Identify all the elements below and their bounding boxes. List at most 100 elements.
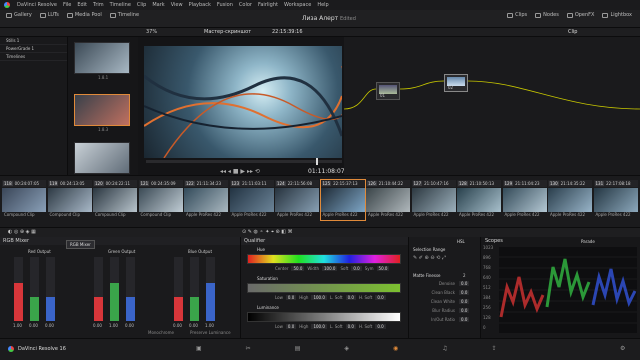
gallery-button[interactable]: Gallery: [2, 10, 36, 20]
menu-item[interactable]: Timeline: [110, 2, 131, 8]
mixer-value[interactable]: 1.00: [205, 323, 214, 328]
viewer-image[interactable]: [144, 46, 342, 158]
menu-item[interactable]: Mark: [152, 2, 164, 8]
matte-finesse-value[interactable]: 0.0: [459, 281, 470, 286]
nodes-button[interactable]: Nodes: [531, 10, 563, 20]
timeline-clip[interactable]: 119 00:24:13:05 Compound Clip: [47, 180, 92, 220]
mixer-value[interactable]: 0.00: [93, 323, 102, 328]
timeline-clip[interactable]: 130 21:14:35:22 Apple ProRes 422: [548, 180, 592, 220]
preserve-luminance-checkbox[interactable]: Preserve Luminance: [190, 330, 231, 335]
menu-item[interactable]: Color: [239, 2, 252, 8]
menu-item[interactable]: Workspace: [284, 2, 311, 8]
timeline-clip[interactable]: 118 00:24:07:05 Compound Clip: [2, 180, 46, 220]
timeline-clip[interactable]: 129 21:11:04:23 Apple ProRes 422: [502, 180, 547, 220]
mixer-value[interactable]: 1.00: [13, 323, 22, 328]
node-01[interactable]: 01: [376, 82, 400, 100]
mixer-value[interactable]: 0.00: [29, 323, 38, 328]
timeline-clip[interactable]: 126 21:10:44:22 Apple ProRes 422: [366, 180, 410, 220]
media-pool-button[interactable]: Media Pool: [63, 10, 106, 20]
timeline-clip[interactable]: 122 21:11:34:23 Apple ProRes 422: [184, 180, 228, 220]
menu-item[interactable]: DaVinci Resolve: [17, 2, 57, 8]
monochrome-checkbox[interactable]: Monochrome: [148, 330, 174, 335]
qualifier-field-value[interactable]: 0.0: [345, 324, 356, 329]
node-mode[interactable]: Clip: [568, 29, 577, 35]
clip-timecode: 21:11:34:23: [196, 181, 222, 186]
timeline-name[interactable]: Мастер-скриншот: [204, 29, 251, 35]
album-item[interactable]: PowerGrade 1: [0, 45, 67, 53]
album-item[interactable]: Timelines: [0, 53, 67, 61]
node-02[interactable]: 02: [444, 74, 468, 92]
scopes-mode[interactable]: Parade: [581, 239, 595, 244]
fairlight-page-icon[interactable]: ♫: [442, 345, 447, 352]
gallery-still-2[interactable]: [74, 94, 130, 126]
mixer-value[interactable]: 1.00: [109, 323, 118, 328]
zoom-level[interactable]: 37%: [146, 29, 157, 35]
timeline-clip[interactable]: 128 21:10:50:13 Apple ProRes 422: [457, 180, 501, 220]
album-item[interactable]: Stills 1: [0, 37, 67, 45]
qualifier-field-value[interactable]: 100.0: [311, 324, 327, 329]
gallery-still-3[interactable]: [74, 142, 130, 174]
clip-codec: Apple ProRes 422: [368, 212, 404, 217]
mixer-value[interactable]: 0.00: [173, 323, 182, 328]
menu-item[interactable]: Fusion: [217, 2, 233, 8]
timeline-clip[interactable]: 120 00:24:22:11 Compound Clip: [93, 180, 137, 220]
qualifier-field-value[interactable]: 0.0: [375, 324, 386, 329]
menu-item[interactable]: Playback: [189, 2, 211, 8]
matte-finesse-value[interactable]: 0.0: [459, 317, 470, 322]
timeline-clip[interactable]: 123 21:11:03:11 Apple ProRes 422: [229, 180, 274, 220]
pre-filter-value[interactable]: 2: [463, 273, 466, 278]
timeline-button[interactable]: Timeline: [106, 10, 143, 20]
qualifier-field-value[interactable]: 100.0: [322, 266, 338, 271]
clips-button[interactable]: Clips: [503, 10, 531, 20]
timeline-clip[interactable]: 131 22:17:08:18 Apple ProRes 422: [593, 180, 638, 220]
playhead[interactable]: [316, 158, 318, 165]
matte-finesse-value[interactable]: 0.0: [459, 290, 470, 295]
cut-page-icon[interactable]: ✂: [246, 345, 251, 352]
qualifier-field-value[interactable]: 0.0: [285, 295, 297, 300]
qualifier-field-value[interactable]: 0.0: [285, 324, 297, 329]
menu-item[interactable]: Edit: [77, 2, 87, 8]
deliver-page-icon[interactable]: ⇪: [492, 345, 497, 352]
lightbox-button[interactable]: Lightbox: [598, 10, 636, 20]
edit-page-icon[interactable]: ▤: [295, 345, 301, 352]
menu-item[interactable]: View: [171, 2, 183, 8]
qualifier-gradient[interactable]: [247, 254, 401, 264]
qualifier-field-value[interactable]: 100.0: [311, 295, 327, 300]
qualifier-field-value[interactable]: 0.0: [345, 295, 356, 300]
mixer-value[interactable]: 0.00: [125, 323, 134, 328]
qualifier-field-value[interactable]: 50.0: [376, 266, 390, 271]
fusion-page-icon[interactable]: ◈: [344, 345, 349, 352]
page-navigation[interactable]: ▣ ✂ ▤ ◈ ◉ ♫ ⇪: [196, 345, 497, 352]
menu-item[interactable]: File: [63, 2, 71, 8]
timeline-clip[interactable]: 127 21:10:47:16 Apple ProRes 422: [411, 180, 456, 220]
settings-icon[interactable]: ⚙: [620, 345, 625, 352]
matte-finesse-value[interactable]: 0.0: [459, 299, 470, 304]
luts-button[interactable]: LUTs: [36, 10, 63, 20]
timeline-clip[interactable]: 124 22:11:56:08 Apple ProRes 422: [275, 180, 319, 220]
timeline-clip[interactable]: 125 22:15:37:13 Apple ProRes 422: [319, 179, 366, 221]
qualifier-field-value[interactable]: 50.0: [291, 266, 305, 271]
qualifier-field-value[interactable]: 0.0: [375, 295, 386, 300]
qualifier-mode[interactable]: HSL: [457, 239, 465, 244]
menu-item[interactable]: Clip: [137, 2, 146, 8]
menu-item[interactable]: Trim: [93, 2, 104, 8]
color-page-icon[interactable]: ◉: [393, 345, 398, 352]
media-page-icon[interactable]: ▣: [196, 345, 202, 352]
qualifier-gradient[interactable]: [247, 312, 401, 322]
clip-number: 129: [503, 181, 514, 186]
mixer-value[interactable]: 0.00: [189, 323, 198, 328]
picker-tools[interactable]: ✎ ✐ ⊕ ⊖ ⟲ ⤢: [413, 255, 446, 261]
qualifier-gradient[interactable]: [247, 283, 401, 293]
timeline-clip[interactable]: 121 00:24:35:09 Compound Clip: [138, 180, 183, 220]
qualifier-field-value[interactable]: 0.0: [351, 266, 362, 271]
luts-icon: [39, 12, 46, 18]
viewer-scrubber[interactable]: [146, 160, 342, 163]
openfx-button[interactable]: OpenFX: [563, 10, 599, 20]
matte-finesse-value[interactable]: 0.0: [459, 308, 470, 313]
mixer-value[interactable]: 0.00: [45, 323, 54, 328]
scope-tick: 640: [483, 275, 491, 280]
gallery-still-1[interactable]: [74, 42, 130, 74]
menu-item[interactable]: Fairlight: [258, 2, 278, 8]
transport-controls[interactable]: ◂◂ ◂ ■ ▶ ▸▸ ⟲: [220, 168, 260, 175]
menu-item[interactable]: Help: [317, 2, 328, 8]
